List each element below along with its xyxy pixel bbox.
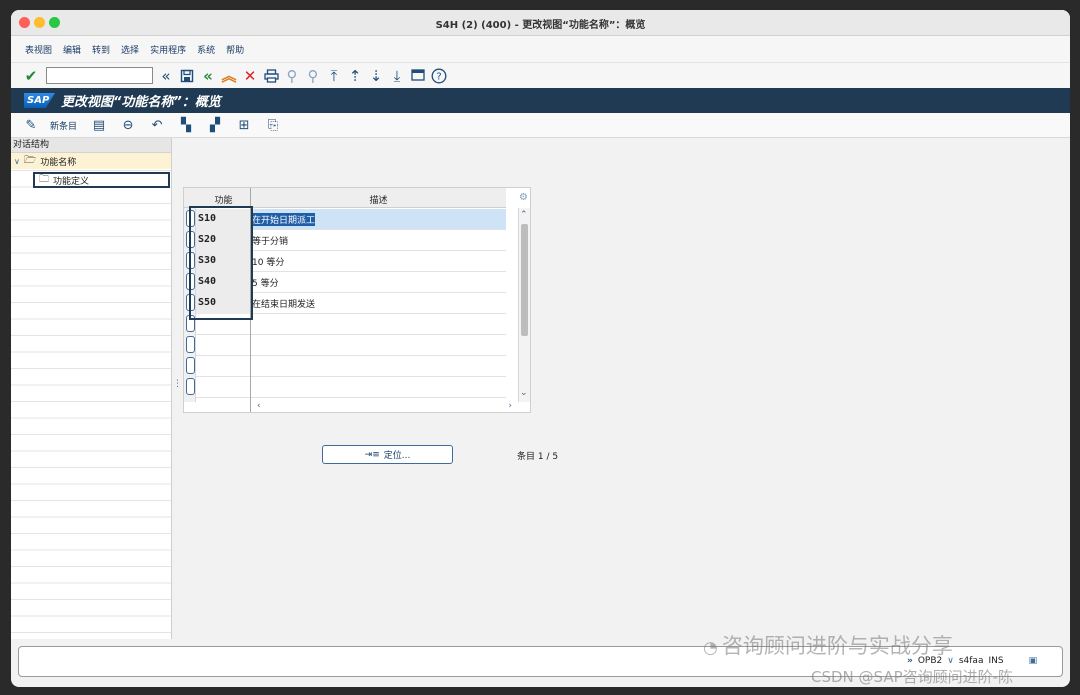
insert-mode[interactable]: INS [988, 656, 1003, 666]
menu-utilities[interactable]: 实用程序 [150, 43, 186, 56]
description-cell[interactable]: 等于分销 [252, 234, 288, 247]
page-title: 更改视图“功能名称”：概览 [61, 95, 221, 110]
row-selector[interactable] [186, 378, 195, 395]
function-column-highlight [189, 206, 253, 320]
menu-table-view[interactable]: 表视图 [25, 43, 52, 56]
menu-bar: 表视图 编辑 转到 选择 实用程序 系统 帮助 [11, 36, 1070, 62]
undo-icon[interactable]: ↶ [147, 115, 167, 135]
first-page-icon[interactable]: ⤒ [324, 66, 344, 86]
column-header-function[interactable]: 功能 [196, 193, 251, 206]
display-change-icon[interactable]: ✎ [21, 115, 41, 135]
table-row-empty[interactable] [196, 356, 506, 377]
new-session-icon[interactable] [408, 66, 428, 86]
nav-node-function-name[interactable]: ∨ 🗁 功能名称 [11, 153, 171, 169]
entry-count: 条目 1 / 5 [517, 452, 559, 462]
nav-node-function-definition[interactable]: 🗀 功能定义 [33, 172, 170, 188]
layout-icon[interactable]: ▣ [1029, 656, 1038, 666]
dialog-structure-heading: 对话结构 [11, 138, 171, 153]
exit-icon[interactable]: ︽ [219, 66, 239, 86]
new-entries-button[interactable]: 新条目 [50, 119, 77, 132]
variable-list-icon[interactable]: ⎘ [263, 115, 283, 135]
table-header: 功能 描述 [184, 188, 506, 208]
find-next-icon[interactable]: ⚲ [303, 66, 323, 86]
sap-logo: SAP [24, 93, 55, 108]
nav-node-function-name-label: 功能名称 [40, 157, 77, 168]
scroll-thumb[interactable] [521, 224, 528, 336]
open-folder-icon: 🗁 [23, 154, 37, 166]
enter-check-icon[interactable]: ✔ [21, 66, 41, 86]
description-cell[interactable]: 10 等分 [252, 255, 284, 268]
scroll-left-icon[interactable]: ‹ [257, 401, 261, 411]
save-icon[interactable] [177, 66, 197, 86]
description-cell[interactable]: 5 等分 [252, 276, 279, 289]
menu-help[interactable]: 帮助 [226, 43, 244, 56]
table-row-empty[interactable] [196, 335, 506, 356]
table-settings-icon[interactable]: ⚙ [519, 192, 528, 203]
sap-header: SAP 更改视图“功能名称”：概览 [11, 88, 1070, 113]
table-row-empty[interactable] [196, 377, 506, 398]
pane-splitter-handle[interactable]: ⋮ [173, 380, 182, 398]
menu-system[interactable]: 系统 [197, 43, 215, 56]
position-button-label: 定位... [383, 451, 411, 461]
delete-icon[interactable]: ⊖ [118, 115, 138, 135]
folder-icon: 🗀 [39, 173, 49, 185]
menu-selection[interactable]: 选择 [121, 43, 139, 56]
row-selector[interactable] [186, 357, 195, 374]
scroll-down-icon[interactable]: ⌄ [520, 388, 528, 398]
select-all-icon[interactable]: ▚ [176, 115, 196, 135]
menu-edit[interactable]: 编辑 [63, 43, 81, 56]
scroll-right-icon[interactable]: › [508, 401, 512, 411]
watermark-line1: ◔ 咨询顾问进阶与实战分享 [703, 630, 953, 660]
standard-toolbar: ✔ « « ︽ ✕ ⚲ ⚲ ⤒ ⇡ ⇣ ⤓ ? [11, 62, 1070, 88]
nav-node-function-definition-label: 功能定义 [53, 176, 90, 187]
title-bar: S4H (2) (400) - 更改视图“功能名称”：概览 [11, 10, 1070, 36]
select-block-icon[interactable]: ▞ [205, 115, 225, 135]
help-icon[interactable]: ? [429, 66, 449, 86]
copy-as-icon[interactable]: ▤ [89, 115, 109, 135]
watermark-line1-text: 咨询顾问进阶与实战分享 [721, 634, 953, 658]
previous-page-icon[interactable]: ⇡ [345, 66, 365, 86]
svg-text:?: ? [436, 71, 441, 82]
last-page-icon[interactable]: ⤓ [387, 66, 407, 86]
command-field[interactable] [46, 67, 153, 84]
menu-goto[interactable]: 转到 [92, 43, 110, 56]
collapse-command-icon[interactable]: « [156, 66, 176, 86]
dialog-structure-pane: 对话结构 ∨ 🗁 功能名称 🗀 功能定义 [11, 138, 172, 639]
description-cell[interactable]: 在结束日期发送 [252, 297, 315, 310]
find-icon[interactable]: ⚲ [282, 66, 302, 86]
sap-window: S4H (2) (400) - 更改视图“功能名称”：概览 表视图 编辑 转到 … [11, 10, 1070, 687]
cancel-icon[interactable]: ✕ [240, 66, 260, 86]
window-title: S4H (2) (400) - 更改视图“功能名称”：概览 [435, 20, 646, 31]
chevron-down-icon[interactable]: ∨ [14, 157, 20, 166]
horizontal-scrollbar[interactable]: ‹ › [251, 401, 518, 412]
server-info: s4faa [958, 656, 984, 666]
next-page-icon[interactable]: ⇣ [366, 66, 386, 86]
row-selector[interactable] [186, 336, 195, 353]
wechat-icon: ◔ [703, 638, 718, 658]
watermark-line2: CSDN @SAP咨询顾问进阶-陈 [811, 668, 1014, 686]
back-icon[interactable]: « [198, 66, 218, 86]
scroll-up-icon[interactable]: ⌃ [520, 210, 528, 220]
print-icon[interactable] [261, 66, 281, 86]
position-button[interactable]: ⇥≡ 定位... [322, 445, 453, 464]
position-icon: ⇥≡ [364, 449, 380, 460]
vertical-scrollbar[interactable]: ⌃ ⌄ [518, 208, 530, 402]
deselect-all-icon[interactable]: ⊞ [234, 115, 254, 135]
column-header-description[interactable]: 描述 [251, 193, 506, 206]
description-cell[interactable]: 在开始日期派工 [252, 213, 316, 226]
application-toolbar: ✎ 新条目 ▤ ⊖ ↶ ▚ ▞ ⊞ ⎘ [11, 113, 1070, 138]
